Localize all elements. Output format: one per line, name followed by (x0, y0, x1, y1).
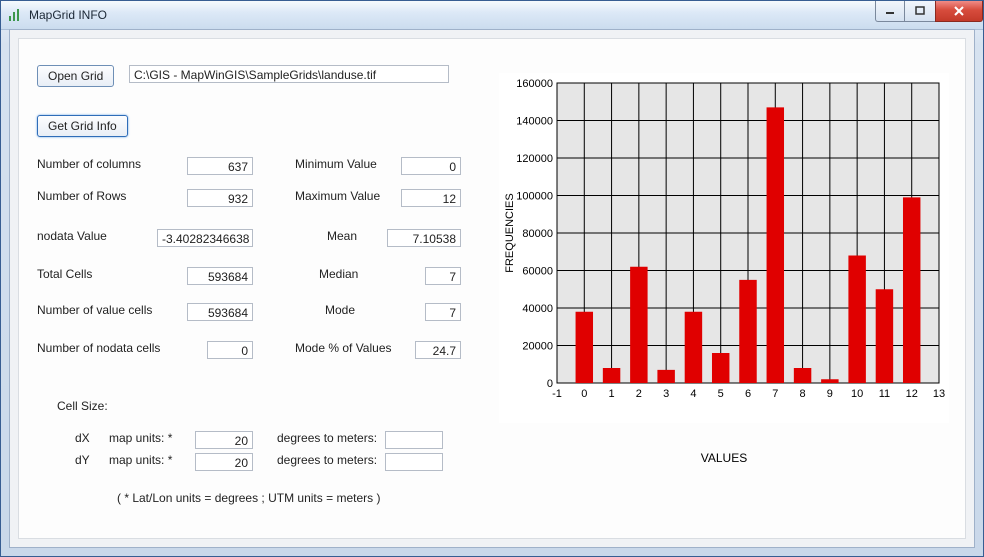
cellsize-label: Cell Size: (57, 399, 108, 413)
median-value[interactable]: 7 (425, 267, 461, 285)
dy-value[interactable]: 20 (195, 453, 253, 471)
max-label: Maximum Value (295, 189, 380, 203)
modepct-value[interactable]: 24.7 (415, 341, 461, 359)
window-controls (876, 1, 983, 22)
nodata-label: nodata Value (37, 229, 107, 243)
footnote: ( * Lat/Lon units = degrees ; UTM units … (117, 491, 380, 505)
nodata-cells-label: Number of nodata cells (37, 341, 160, 355)
total-cells-label: Total Cells (37, 267, 92, 281)
min-value[interactable]: 0 (401, 157, 461, 175)
dx-value[interactable]: 20 (195, 431, 253, 449)
svg-text:10: 10 (851, 388, 863, 400)
svg-text:FREQUENCIES: FREQUENCIES (504, 193, 516, 272)
svg-text:6: 6 (745, 388, 751, 400)
histogram-chart: 0 20000 40000 60000 80000 100000 120000 140000 1… (499, 73, 949, 423)
nodata-cells-value[interactable]: 0 (207, 341, 253, 359)
mean-label: Mean (327, 229, 357, 243)
svg-text:1: 1 (609, 388, 615, 400)
close-button[interactable] (935, 1, 983, 22)
num-columns-label: Number of columns (37, 157, 141, 171)
chart-xlabel: VALUES (499, 451, 949, 465)
grid-path-input[interactable]: C:\GIS - MapWinGIS\SampleGrids\landuse.t… (129, 65, 449, 83)
dy-label: dY (75, 453, 90, 467)
svg-text:140000: 140000 (516, 116, 553, 128)
window-title: MapGrid INFO (29, 8, 107, 22)
svg-text:3: 3 (663, 388, 669, 400)
nodata-value[interactable]: -3.40282346638 (157, 229, 253, 247)
titlebar[interactable]: MapGrid INFO (1, 1, 983, 30)
modepct-label: Mode % of Values (295, 341, 392, 355)
dy-deg2m-value[interactable] (385, 453, 443, 471)
app-window: MapGrid INFO Open Grid C:\GIS - MapWinGI… (0, 0, 984, 557)
maximize-button[interactable] (904, 1, 936, 22)
max-value[interactable]: 12 (401, 189, 461, 207)
svg-text:4: 4 (690, 388, 696, 400)
minimize-button[interactable] (875, 1, 905, 22)
get-grid-info-button[interactable]: Get Grid Info (37, 115, 128, 137)
svg-text:100000: 100000 (516, 191, 553, 203)
svg-text:120000: 120000 (516, 153, 553, 165)
median-label: Median (319, 267, 358, 281)
svg-text:20000: 20000 (522, 341, 553, 353)
dx-mapunits-label: map units: * (109, 431, 172, 445)
svg-text:8: 8 (800, 388, 806, 400)
total-cells-value[interactable]: 593684 (187, 267, 253, 285)
dx-deg2m-value[interactable] (385, 431, 443, 449)
app-icon (7, 7, 23, 23)
svg-text:80000: 80000 (522, 228, 553, 240)
svg-text:2: 2 (636, 388, 642, 400)
inner-panel: Open Grid C:\GIS - MapWinGIS\SampleGrids… (18, 38, 966, 539)
svg-text:-1: -1 (552, 388, 562, 400)
svg-text:13: 13 (933, 388, 945, 400)
value-cells-value[interactable]: 593684 (187, 303, 253, 321)
mode-label: Mode (325, 303, 355, 317)
dx-label: dX (75, 431, 90, 445)
svg-text:5: 5 (718, 388, 724, 400)
svg-text:0: 0 (581, 388, 587, 400)
value-cells-label: Number of value cells (37, 303, 152, 317)
svg-text:9: 9 (827, 388, 833, 400)
mode-value[interactable]: 7 (425, 303, 461, 321)
num-rows-label: Number of Rows (37, 189, 126, 203)
svg-text:160000: 160000 (516, 78, 553, 90)
svg-text:7: 7 (772, 388, 778, 400)
svg-text:11: 11 (879, 388, 890, 400)
svg-text:40000: 40000 (522, 303, 553, 315)
dy-mapunits-label: map units: * (109, 453, 172, 467)
num-columns-value[interactable]: 637 (187, 157, 253, 175)
svg-text:12: 12 (906, 388, 918, 400)
num-rows-value[interactable]: 932 (187, 189, 253, 207)
open-grid-button[interactable]: Open Grid (37, 65, 114, 87)
svg-text:60000: 60000 (522, 266, 553, 278)
dx-deg2m-label: degrees to meters: (277, 431, 377, 445)
dy-deg2m-label: degrees to meters: (277, 453, 377, 467)
mean-value[interactable]: 7.10538 (387, 229, 461, 247)
client-area: Open Grid C:\GIS - MapWinGIS\SampleGrids… (9, 29, 975, 548)
min-label: Minimum Value (295, 157, 377, 171)
